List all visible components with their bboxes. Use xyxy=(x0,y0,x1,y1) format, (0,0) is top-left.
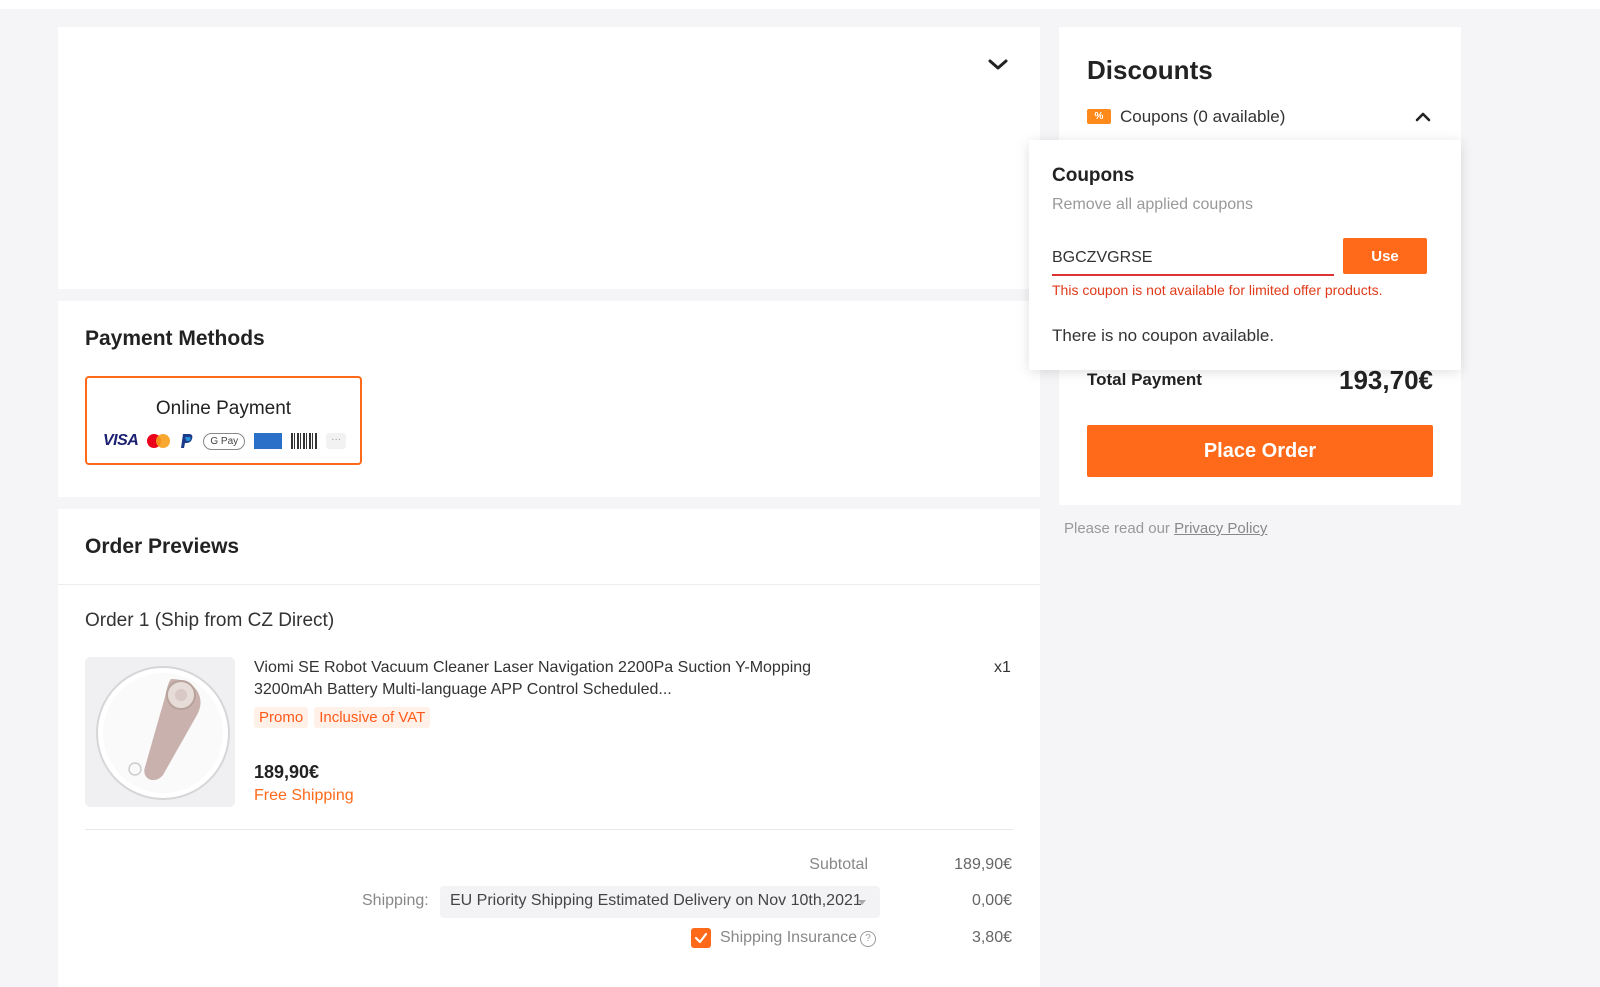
order-previews-card: Order Previews Order 1 (Ship from CZ Dir… xyxy=(58,509,1040,987)
visa-icon: VISA xyxy=(103,432,139,449)
shipping-insurance-checkbox[interactable] xyxy=(691,928,711,948)
online-payment-label: Online Payment xyxy=(155,398,292,419)
coupon-error-message: This coupon is not available for limited… xyxy=(1052,282,1383,298)
online-payment-option[interactable]: Online Payment VISA G Pay ··· xyxy=(85,376,362,465)
place-order-button[interactable]: Place Order xyxy=(1087,425,1433,477)
checkmark-icon xyxy=(694,932,708,944)
vat-tag: Inclusive of VAT xyxy=(314,707,431,728)
top-strip xyxy=(0,0,1600,9)
use-coupon-button[interactable]: Use xyxy=(1343,238,1427,274)
address-card xyxy=(58,27,1040,289)
subtotal-value: 189,90€ xyxy=(954,856,1012,873)
caret-down-icon xyxy=(858,900,866,905)
amex-icon xyxy=(254,433,283,449)
product-image[interactable] xyxy=(85,657,235,807)
section-divider xyxy=(58,584,1040,585)
help-icon[interactable]: ? xyxy=(859,931,876,947)
privacy-notice: Please read our Privacy Policy xyxy=(1064,520,1267,537)
payment-methods-title: Payment Methods xyxy=(85,327,265,350)
chevron-up-icon[interactable] xyxy=(1413,107,1433,127)
privacy-policy-link[interactable]: Privacy Policy xyxy=(1174,520,1267,537)
payment-methods-card: Payment Methods Online Payment VISA G Pa… xyxy=(58,301,1040,497)
product-price: 189,90€ xyxy=(254,762,320,782)
no-coupon-message: There is no coupon available. xyxy=(1052,326,1275,345)
popover-title: Coupons xyxy=(1052,165,1135,186)
robot-vacuum-image xyxy=(85,657,235,807)
remove-all-coupons-link[interactable]: Remove all applied coupons xyxy=(1052,196,1253,214)
product-quantity: x1 xyxy=(994,659,1011,676)
order-previews-title: Order Previews xyxy=(85,535,240,558)
discounts-title: Discounts xyxy=(1087,55,1213,85)
coupon-code-input[interactable] xyxy=(1052,242,1334,276)
privacy-prefix: Please read our xyxy=(1064,520,1175,537)
coupons-popover: Coupons Remove all applied coupons Use T… xyxy=(1029,140,1461,370)
more-icon: ··· xyxy=(326,433,347,449)
product-name[interactable]: Viomi SE Robot Vacuum Cleaner Laser Navi… xyxy=(254,657,814,701)
summary-divider xyxy=(85,829,1013,830)
shipping-label: Shipping: xyxy=(362,892,429,909)
order-title: Order 1 (Ship from CZ Direct) xyxy=(85,610,335,631)
shipping-method-value: EU Priority Shipping Estimated Delivery … xyxy=(450,892,862,909)
boleto-icon xyxy=(291,433,318,449)
coupons-toggle[interactable]: % Coupons (0 available) xyxy=(1087,105,1433,129)
total-payment-label: Total Payment xyxy=(1087,370,1202,389)
payment-icons: VISA G Pay ··· xyxy=(103,432,347,450)
shipping-method-select[interactable]: EU Priority Shipping Estimated Delivery … xyxy=(440,886,880,918)
subtotal-label: Subtotal xyxy=(809,856,868,873)
google-pay-icon: G Pay xyxy=(203,432,246,450)
promo-tag: Promo xyxy=(254,707,309,728)
product-tags: Promo Inclusive of VAT xyxy=(254,707,431,728)
free-shipping-label: Free Shipping xyxy=(254,787,354,804)
coupons-label: Coupons (0 available) xyxy=(1120,107,1286,126)
mastercard-icon xyxy=(147,434,171,448)
paypal-icon xyxy=(181,434,193,448)
shipping-insurance-text: Shipping Insurance xyxy=(720,929,857,946)
chevron-down-icon[interactable] xyxy=(986,53,1010,77)
shipping-value: 0,00€ xyxy=(971,892,1012,909)
insurance-value: 3,80€ xyxy=(971,929,1012,946)
shipping-insurance-label: Shipping Insurance? xyxy=(720,929,876,947)
coupon-icon: % xyxy=(1087,109,1111,124)
